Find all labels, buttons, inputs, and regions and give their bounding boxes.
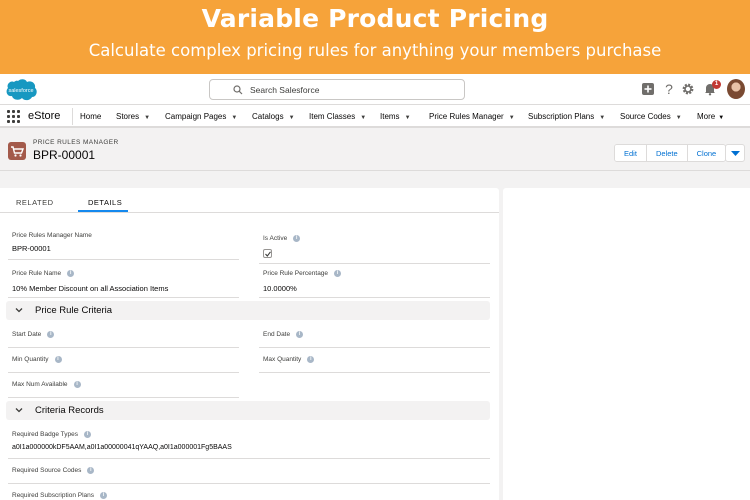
nav-item-home[interactable]: Home [80, 112, 101, 121]
record-actions: Edit Delete Clone [614, 144, 727, 162]
field-value-price-rule-percentage: 10.0000% [263, 284, 297, 293]
app-name: eStore [28, 110, 61, 122]
field-label-name: Price Rules Manager Name [12, 232, 92, 239]
chevron-down-icon[interactable]: ▼ [509, 115, 515, 121]
nav-item-price-rules-manager[interactable]: Price Rules Manager ▼ [429, 112, 515, 121]
section-title: Price Rule Criteria [35, 305, 113, 316]
checkmark-icon [265, 251, 271, 257]
promo-banner: Variable Product Pricing Calculate compl… [0, 0, 750, 74]
field-label-price-rule-percentage: Price Rule Percentage i [263, 270, 342, 277]
side-panel [503, 188, 750, 500]
is-active-checkbox [263, 249, 272, 258]
global-search[interactable] [209, 79, 465, 100]
field-divider [259, 347, 490, 348]
field-divider [259, 297, 490, 298]
field-label-max-num-available: Max Num Available i [12, 381, 81, 388]
field-divider [8, 397, 239, 398]
global-header: salesforce ? [0, 74, 750, 104]
field-divider [259, 263, 490, 264]
chevron-down-icon [15, 408, 23, 413]
banner-title: Variable Product Pricing [201, 4, 549, 33]
field-divider [8, 458, 490, 459]
info-icon[interactable]: i [87, 467, 95, 474]
delete-button[interactable]: Delete [646, 145, 688, 161]
chevron-down-icon[interactable]: ▼ [289, 115, 295, 121]
field-label-end-date: End Date i [263, 331, 304, 338]
field-divider [259, 372, 490, 373]
app-nav-bar: eStore Home Stores ▼ Campaign Pages ▼ Cata… [0, 104, 750, 128]
info-icon[interactable]: i [293, 235, 301, 242]
field-value-name: BPR-00001 [12, 244, 51, 253]
field-divider [8, 483, 490, 484]
salesforce-logo[interactable]: salesforce [4, 78, 38, 102]
nav-item-item-classes[interactable]: Item Classes ▼ [309, 112, 366, 121]
info-icon[interactable]: i [73, 381, 81, 388]
clone-button[interactable]: Clone [687, 145, 726, 161]
field-label-required-subscription-plans: Required Subscription Plans i [12, 492, 108, 499]
info-icon[interactable]: i [54, 356, 62, 363]
nav-item-catalogs[interactable]: Catalogs ▼ [252, 112, 295, 121]
tab-related[interactable]: RELATED [16, 198, 54, 207]
info-icon[interactable]: i [47, 331, 55, 338]
nav-item-items[interactable]: Items ▼ [380, 112, 411, 121]
chevron-down-icon[interactable]: ▼ [718, 115, 724, 121]
chevron-down-icon [731, 151, 740, 156]
field-label-is-active: Is Active i [263, 235, 301, 242]
active-tab-indicator [78, 210, 128, 212]
cart-icon [8, 142, 26, 160]
chevron-down-icon[interactable]: ▼ [360, 115, 366, 121]
section-title: Criteria Records [35, 405, 104, 416]
svg-text:?: ? [665, 82, 673, 96]
add-icon[interactable] [641, 82, 655, 96]
field-value-price-rule-name: 10% Member Discount on all Association I… [12, 284, 169, 293]
search-input[interactable] [250, 80, 450, 99]
nav-item-more[interactable]: More ▼ [697, 112, 724, 121]
field-divider [8, 372, 239, 373]
field-value-required-badge-types: a0I1a000000kDF5AAM,a0I1a00000041qYAAQ,a0… [12, 444, 232, 451]
field-label-max-quantity: Max Quantity i [263, 356, 315, 363]
section-price-rule-criteria[interactable]: Price Rule Criteria [6, 301, 490, 320]
section-criteria-records[interactable]: Criteria Records [6, 401, 490, 420]
field-label-price-rule-name: Price Rule Name i [12, 270, 75, 277]
chevron-down-icon[interactable]: ▼ [231, 115, 237, 121]
chevron-down-icon[interactable]: ▼ [599, 115, 605, 121]
info-icon[interactable]: i [296, 331, 304, 338]
field-label-start-date: Start Date i [12, 331, 55, 338]
app-launcher-icon[interactable] [7, 110, 21, 124]
svg-text:salesforce: salesforce [8, 88, 33, 94]
tab-details[interactable]: DETAILS [88, 198, 122, 207]
notification-badge: 1 [712, 80, 721, 89]
record-title: BPR-00001 [33, 148, 96, 162]
nav-item-subscription-plans[interactable]: Subscription Plans ▼ [528, 112, 605, 121]
chevron-down-icon[interactable]: ▼ [405, 115, 411, 121]
field-divider [8, 347, 239, 348]
chevron-down-icon[interactable]: ▼ [676, 115, 682, 121]
info-icon[interactable]: i [100, 492, 108, 499]
gear-icon[interactable] [681, 82, 695, 96]
help-icon[interactable]: ? [662, 82, 676, 96]
edit-button[interactable]: Edit [615, 145, 647, 161]
search-icon [233, 85, 243, 95]
nav-item-stores[interactable]: Stores ▼ [116, 112, 150, 121]
chevron-down-icon[interactable]: ▼ [144, 115, 150, 121]
nav-item-campaign-pages[interactable]: Campaign Pages ▼ [165, 112, 237, 121]
field-divider [8, 297, 239, 298]
field-divider [8, 259, 239, 260]
record-tabs: RELATED DETAILS [0, 188, 499, 213]
field-label-required-source-codes: Required Source Codes i [12, 467, 95, 474]
chevron-down-icon [15, 308, 23, 313]
banner-subtitle: Calculate complex pricing rules for anyt… [88, 41, 662, 60]
info-icon[interactable]: i [84, 431, 92, 438]
info-icon[interactable]: i [334, 270, 342, 277]
nav-item-source-codes[interactable]: Source Codes ▼ [620, 112, 682, 121]
field-label-required-badge-types: Required Badge Types i [12, 431, 92, 438]
info-icon[interactable]: i [67, 270, 75, 277]
avatar[interactable] [727, 79, 745, 99]
nav-divider [72, 108, 73, 125]
object-type-label: PRICE RULES MANAGER [33, 139, 119, 146]
field-label-min-quantity: Min Quantity i [12, 356, 62, 363]
info-icon[interactable]: i [307, 356, 315, 363]
actions-dropdown-button[interactable] [725, 144, 745, 162]
